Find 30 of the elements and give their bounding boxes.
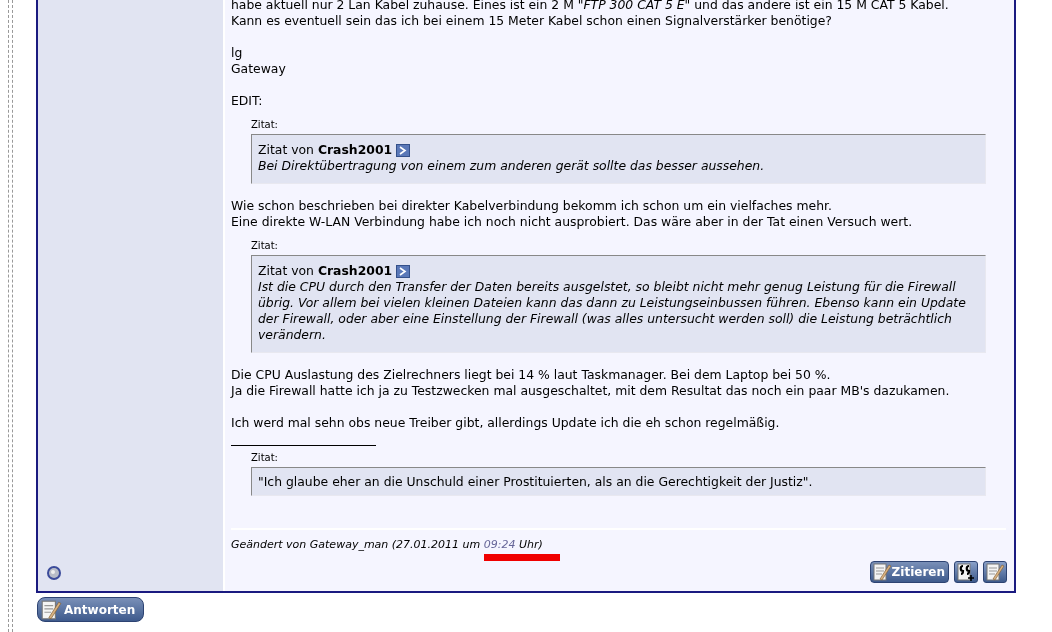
post-text: Gateway <box>231 61 287 77</box>
quote-author: Zitat von Crash2001 <box>258 263 393 279</box>
reply-button[interactable]: Antworten <box>37 597 145 622</box>
quote-plus-icon <box>956 562 976 582</box>
status-icon <box>46 565 62 581</box>
quote-text: Ist die CPU durch den Transfer der Daten bereits ausgelstet, so bleibt nicht mehr genug Leistung für die Firewall übrig. Vor allem bei vielen kleinen Dateien kann das dann zu Leistungseinbussen führen. Ebenso kann ein Update der Firewall, oder aber eine Einstellung der Firewall (was alles untersucht werden soll) die Leistung beträchtlich verändern. <box>258 279 967 343</box>
document-pen-icon <box>40 598 62 621</box>
post-text: EDIT: <box>231 93 264 109</box>
post-text: Die CPU Auslastung des Zielrechners liegt bei 14 % laut Taskmanager. Bei dem Laptop bei 50 %. <box>231 367 832 383</box>
post-text: habe aktuell nur 2 Lan Kabel zuhause. Eines ist ein 2 M "FTP 300 CAT 5 E" und das andere ist ein 15 M CAT 5 Kabel. <box>231 0 950 13</box>
view-post-icon[interactable] <box>396 264 411 278</box>
post-text: Wie schon beschrieben bei direkter Kabelverbindung bekomm ich schon um ein vielfaches mehr. <box>231 198 833 214</box>
view-post-icon[interactable] <box>396 143 411 157</box>
document-pen-icon <box>871 562 892 582</box>
quote-text: Bei Direktübertragung von einem zum anderen gerät sollte das besser aussehen. <box>258 158 766 174</box>
post-text: Ich werd mal sehn obs neue Treiber gibt, allerdings Update ich die eh schon regelmäßig. <box>231 415 781 431</box>
quote-label: Zitat: <box>251 452 279 464</box>
quote-button[interactable]: Zitieren <box>869 561 949 583</box>
post-text: Kann es eventuell sein das ich bei einem 15 Meter Kabel schon einen Signalverstärker benötige? <box>231 13 833 29</box>
post-text: lg <box>231 45 244 61</box>
quote-author: Zitat von Crash2001 <box>258 142 393 158</box>
quote-label: Zitat: <box>251 240 279 252</box>
post-text: Ja die Firewall hatte ich ja zu Testzwecken mal ausgeschaltet, mit dem Resultat das noch ein paar MB's dazukamen. <box>231 383 951 399</box>
multi-quote-button[interactable] <box>954 561 978 583</box>
post-text: Eine direkte W-LAN Verbindung habe ich noch nicht ausprobiert. Das wäre aber in der Tat einen Versuch wert. <box>231 214 914 230</box>
document-pen-icon <box>985 562 1005 582</box>
edit-button[interactable] <box>983 561 1007 583</box>
quote-label: Zitat: <box>251 119 279 131</box>
signature-quote: "Ich glaube eher an die Unschuld einer Prostituierten, als an die Gerechtigkeit der Justiz". <box>251 467 986 496</box>
edit-note: Geändert von Gateway_man (27.01.2011 um 09:24 Uhr) <box>231 538 543 552</box>
